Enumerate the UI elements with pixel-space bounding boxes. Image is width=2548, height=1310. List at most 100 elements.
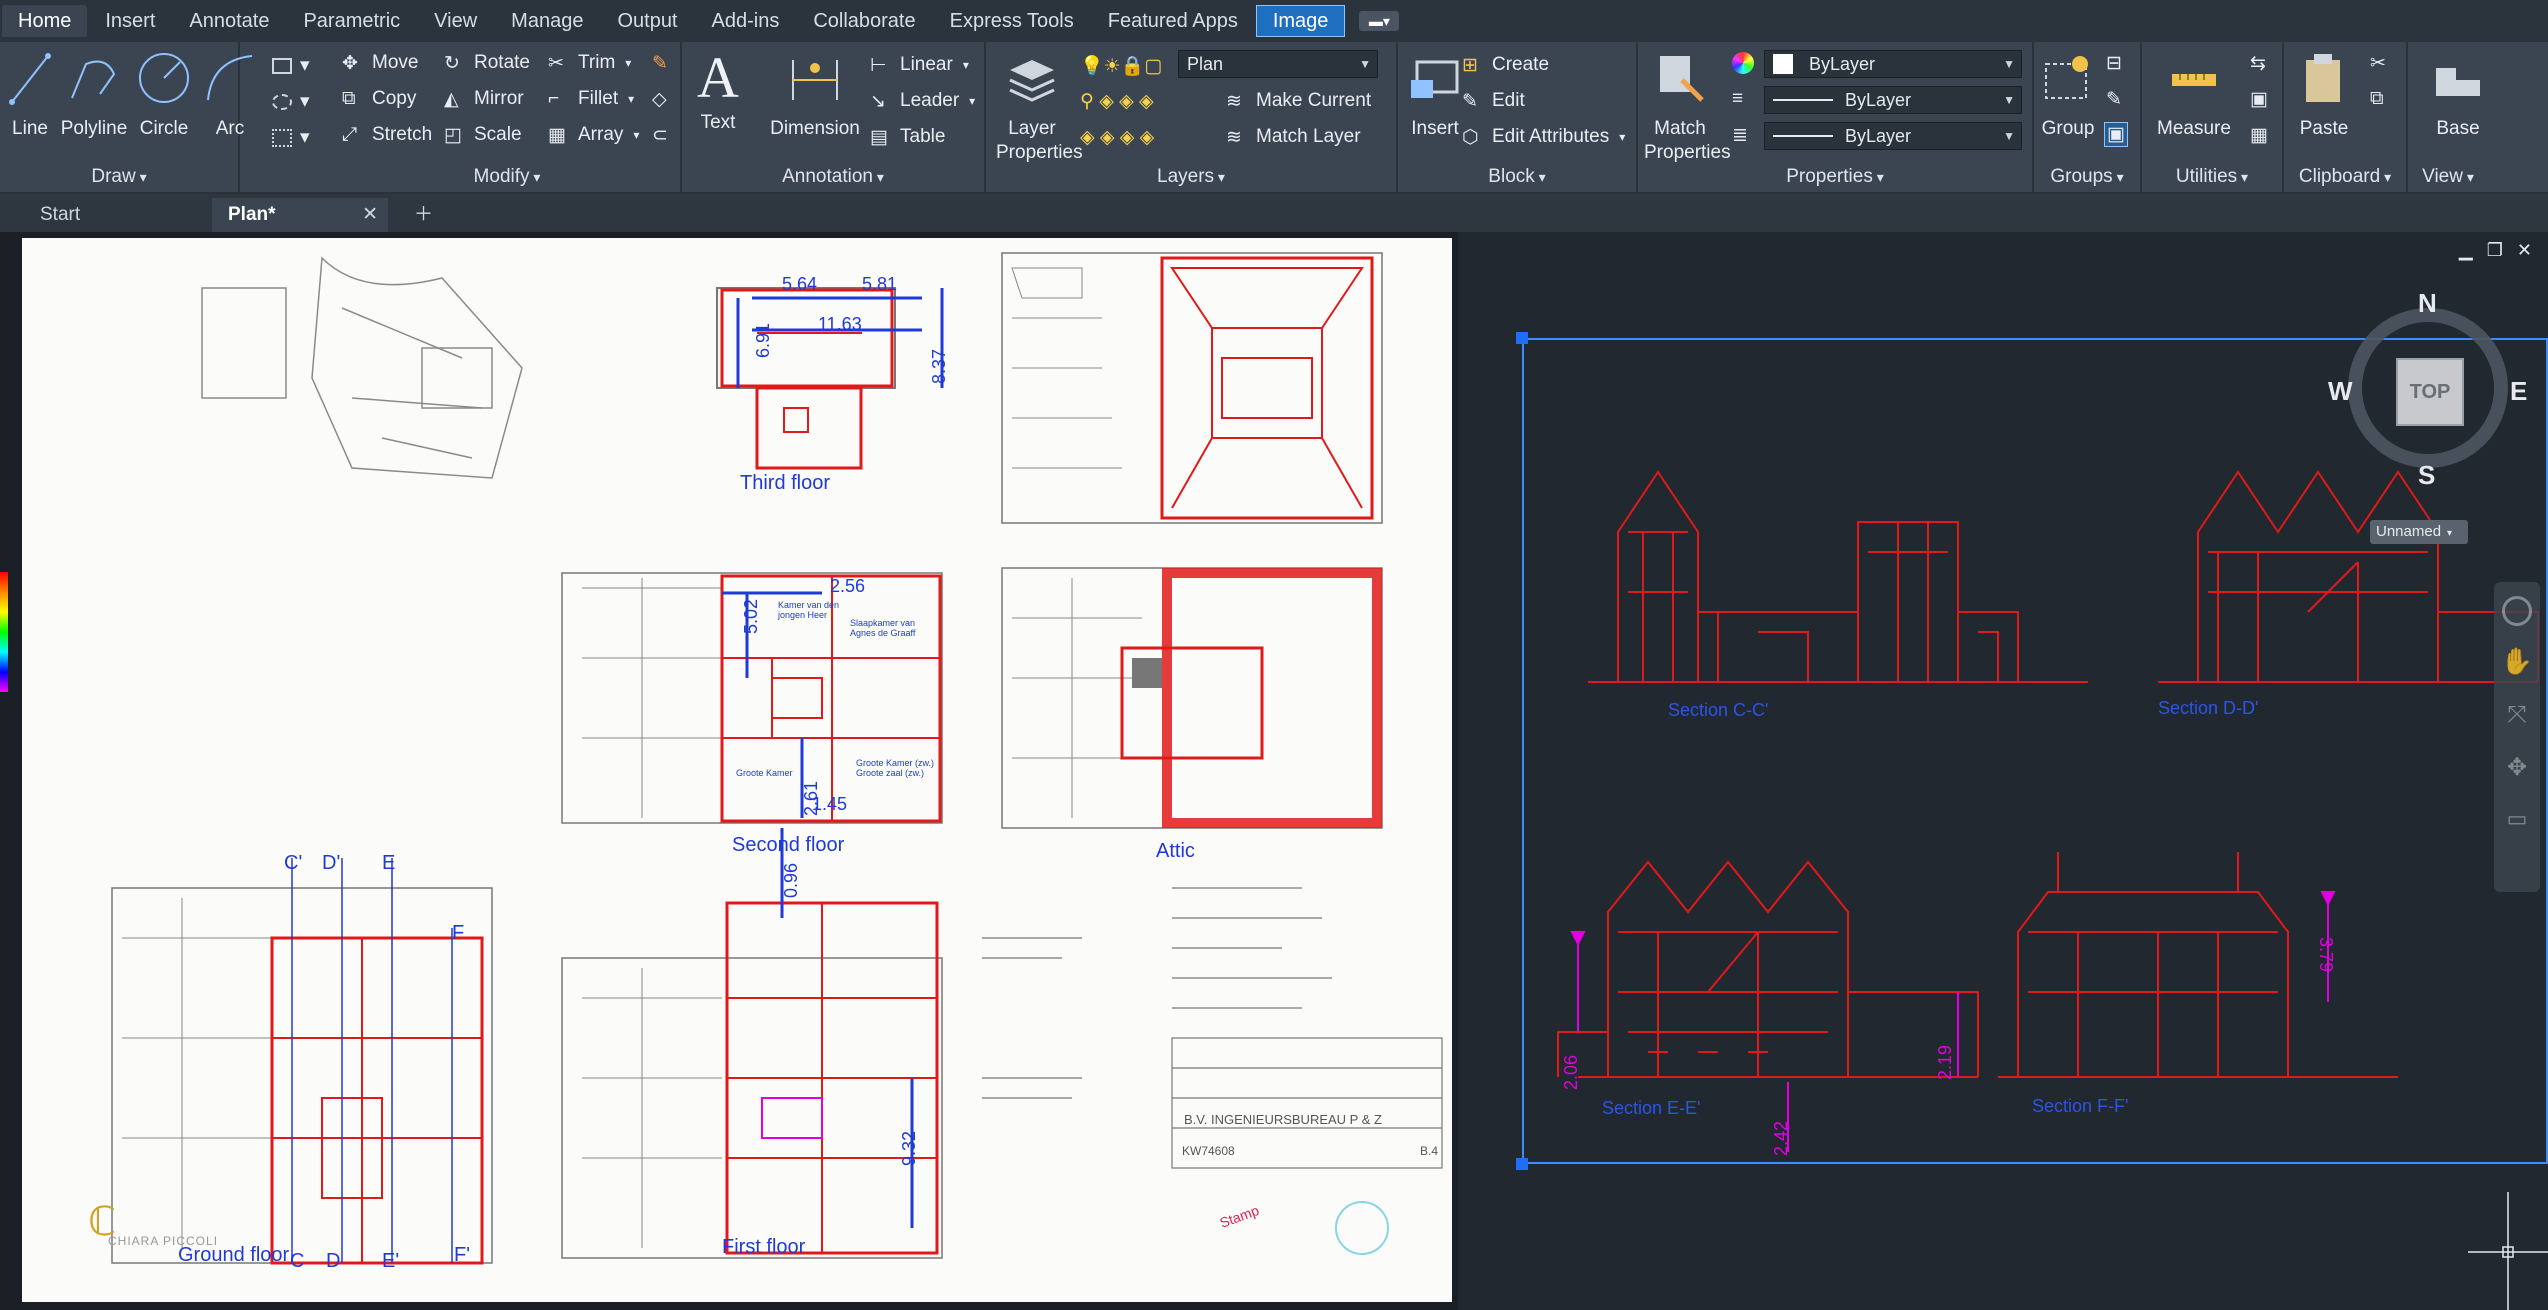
compass-n[interactable]: N <box>2418 288 2437 319</box>
make-current-button[interactable]: ≋ Make Current <box>1226 90 1371 112</box>
tab-insert[interactable]: Insert <box>89 5 171 37</box>
tab-add-ins[interactable]: Add-ins <box>696 5 796 37</box>
tab-parametric[interactable]: Parametric <box>287 5 416 37</box>
quick-select-button[interactable]: ⇆ <box>2250 52 2266 75</box>
panel-title-clipboard[interactable]: Clipboard <box>2284 166 2406 188</box>
group-selection-toggle[interactable]: ▣ <box>2104 122 2128 147</box>
stretch-button[interactable]: ⤢ Stretch <box>342 124 432 146</box>
viewcube-top-face[interactable]: TOP <box>2396 358 2464 426</box>
circle-button[interactable]: Circle <box>134 50 194 140</box>
label-first-floor: First floor <box>722 1236 806 1258</box>
cut-button[interactable]: ✂ <box>2370 52 2386 75</box>
pan-icon[interactable]: ✋ <box>2494 646 2540 677</box>
layer-dropdown[interactable]: Plan ▼ <box>1178 50 1378 78</box>
color-dropdown[interactable]: ByLayer ▼ <box>1764 50 2022 78</box>
move-button[interactable]: ✥ Move <box>342 52 418 74</box>
color-wheel-icon[interactable] <box>1732 52 1754 74</box>
array-button[interactable]: ▦ Array ▾ <box>548 124 639 146</box>
tab-view[interactable]: View <box>418 5 493 37</box>
tab-plan[interactable]: Plan* ✕ <box>212 198 388 232</box>
ungroup-button[interactable]: ⊟ <box>2106 52 2122 75</box>
fillet-button[interactable]: ⌐ Fillet ▾ <box>548 88 634 110</box>
edit-attributes-button[interactable]: ⬡ Edit Attributes ▾ <box>1462 126 1625 148</box>
panel-title-modify[interactable]: Modify <box>334 166 680 188</box>
match-layer-button[interactable]: ≋ Match Layer <box>1226 126 1361 148</box>
offset-button[interactable]: ⊂ <box>652 124 682 146</box>
showmotion-icon[interactable]: ▭ <box>2494 806 2540 832</box>
text-button[interactable]: A Text <box>690 49 746 134</box>
panel-title-groups[interactable]: Groups <box>2034 166 2140 188</box>
tab-annotate[interactable]: Annotate <box>173 5 285 37</box>
measure-button[interactable]: Measure <box>2146 50 2242 140</box>
table-button[interactable]: ▤ Table <box>870 126 945 148</box>
paste-button[interactable]: Paste <box>2288 50 2360 140</box>
panel-title-annotation[interactable]: Annotation <box>682 166 984 188</box>
section-mark-c: C <box>290 1250 305 1272</box>
layer-properties-button[interactable]: Layer Properties <box>996 50 1083 165</box>
third-floor-plan <box>716 287 896 470</box>
ucs-dropdown[interactable]: Unnamed ▾ <box>2370 520 2468 544</box>
close-icon[interactable]: ✕ <box>362 198 378 232</box>
steering-wheel-icon[interactable] <box>2502 596 2532 626</box>
line-button[interactable]: Line <box>6 50 54 140</box>
tab-start[interactable]: Start <box>24 198 210 232</box>
tab-image[interactable]: Image <box>1255 5 1346 37</box>
panel-title-utilities[interactable]: Utilities <box>2142 166 2282 188</box>
calculator-button[interactable]: ▦ <box>2250 124 2268 147</box>
compass-w[interactable]: W <box>2328 376 2353 407</box>
layer-tools-row1[interactable]: ⚲ ◈ ◈ ◈ <box>1080 90 1154 113</box>
linear-button[interactable]: ⊢ Linear ▾ <box>870 54 969 76</box>
boundary-button[interactable]: ▾ <box>272 126 310 149</box>
explode-button[interactable]: ◇ <box>652 88 682 110</box>
tab-collaborate[interactable]: Collaborate <box>797 5 931 37</box>
create-block-button[interactable]: ⊞ Create <box>1462 54 1549 76</box>
panel-title-properties[interactable]: Properties <box>1638 166 2032 188</box>
viewcube[interactable]: TOP N S W E <box>2328 288 2528 491</box>
match-properties-icon <box>1660 56 1704 102</box>
layer-tools-row2[interactable]: ◈ ◈ ◈ ◈ <box>1080 126 1154 149</box>
tab-manage[interactable]: Manage <box>495 5 599 37</box>
edit-block-button[interactable]: ✎ Edit <box>1462 90 1525 112</box>
new-tab-button[interactable]: ＋ <box>404 198 438 232</box>
hatch-button[interactable]: ▾ <box>272 90 310 113</box>
drawing-area-left[interactable]: Stamp Third floor Second floor Attic Fir… <box>0 232 1458 1310</box>
label-attic: Attic <box>1156 840 1195 862</box>
rectangle-button[interactable]: ▾ <box>272 54 310 77</box>
layer-state-icons[interactable]: 💡☀🔒▢ <box>1080 54 1162 78</box>
panel-title-layers[interactable]: Layers <box>986 166 1396 188</box>
copy-button[interactable]: ⧉ Copy <box>342 88 416 110</box>
dimension-button[interactable]: Dimension <box>770 50 860 140</box>
scanned-plan-sheet[interactable]: Stamp Third floor Second floor Attic Fir… <box>22 238 1452 1302</box>
compass-s[interactable]: S <box>2418 460 2435 491</box>
polyline-button[interactable]: Polyline <box>60 50 128 140</box>
tab-featured-apps[interactable]: Featured Apps <box>1092 5 1254 37</box>
rotate-button[interactable]: ↻ Rotate <box>444 52 530 74</box>
compass-e[interactable]: E <box>2510 376 2527 407</box>
base-view-button[interactable]: Base <box>2418 50 2498 140</box>
erase-button[interactable]: ✎ <box>652 52 682 74</box>
group-edit-button[interactable]: ✎ <box>2106 88 2122 111</box>
panel-title-draw[interactable]: Draw <box>0 166 238 188</box>
panel-title-block[interactable]: Block <box>1398 166 1636 188</box>
scale-button[interactable]: ◰ Scale <box>444 124 522 146</box>
arc-button[interactable]: Arc <box>200 50 260 140</box>
panel-title-view[interactable]: View <box>2408 166 2488 188</box>
match-properties-button[interactable]: Match Properties <box>1644 50 1731 165</box>
drawing-area-right[interactable]: ▁ ❐ ✕ Section C-C' Section D-D' Section … <box>1458 232 2548 1310</box>
mirror-button[interactable]: ◭ Mirror <box>444 88 524 110</box>
panel-draw: Line Polyline Circle Arc Draw <box>0 42 253 192</box>
linetype-dropdown[interactable]: ByLayer ▼ <box>1764 86 2022 114</box>
zoom-extents-icon[interactable]: ⤧ <box>2494 701 2540 729</box>
group-button[interactable]: Group <box>2038 50 2098 140</box>
insert-button[interactable]: Insert <box>1404 50 1466 140</box>
leader-button[interactable]: ↘ Leader ▾ <box>870 90 975 112</box>
tab-home[interactable]: Home <box>2 5 88 37</box>
trim-button[interactable]: ✂ Trim ▾ <box>548 52 631 74</box>
quick-access-dropdown[interactable]: ▬▾ <box>1359 11 1400 31</box>
tab-output[interactable]: Output <box>601 5 693 37</box>
tab-express-tools[interactable]: Express Tools <box>934 5 1090 37</box>
lineweight-dropdown[interactable]: ByLayer ▼ <box>1764 122 2022 150</box>
copy-clip-button[interactable]: ⧉ <box>2370 88 2384 110</box>
select-all-button[interactable]: ▣ <box>2250 88 2268 111</box>
orbit-icon[interactable]: ✥ <box>2494 753 2540 782</box>
